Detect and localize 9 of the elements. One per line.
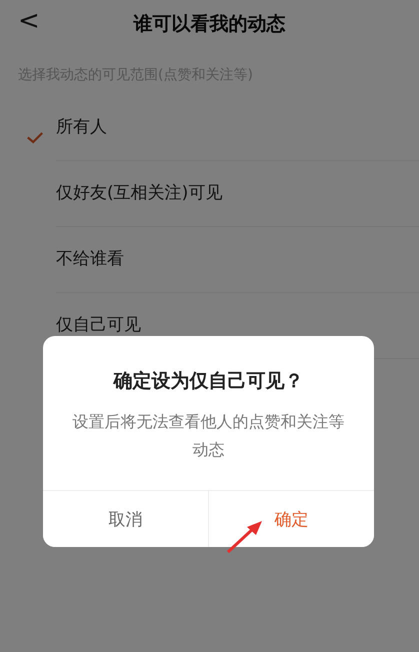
visibility-option[interactable]: 不给谁看: [56, 226, 419, 292]
visibility-option[interactable]: 所有人: [56, 94, 419, 160]
arrow-icon: [225, 519, 265, 555]
visibility-option[interactable]: 仅好友(互相关注)可见: [56, 160, 419, 226]
cancel-button[interactable]: 取消: [43, 491, 209, 547]
back-button[interactable]: <: [18, 6, 40, 36]
page-title: 谁可以看我的动态: [134, 12, 286, 37]
dialog-title: 确定设为仅自己可见？: [112, 369, 304, 394]
dialog-message: 设置后将无法查看他人的点赞和关注等动态: [72, 411, 346, 461]
